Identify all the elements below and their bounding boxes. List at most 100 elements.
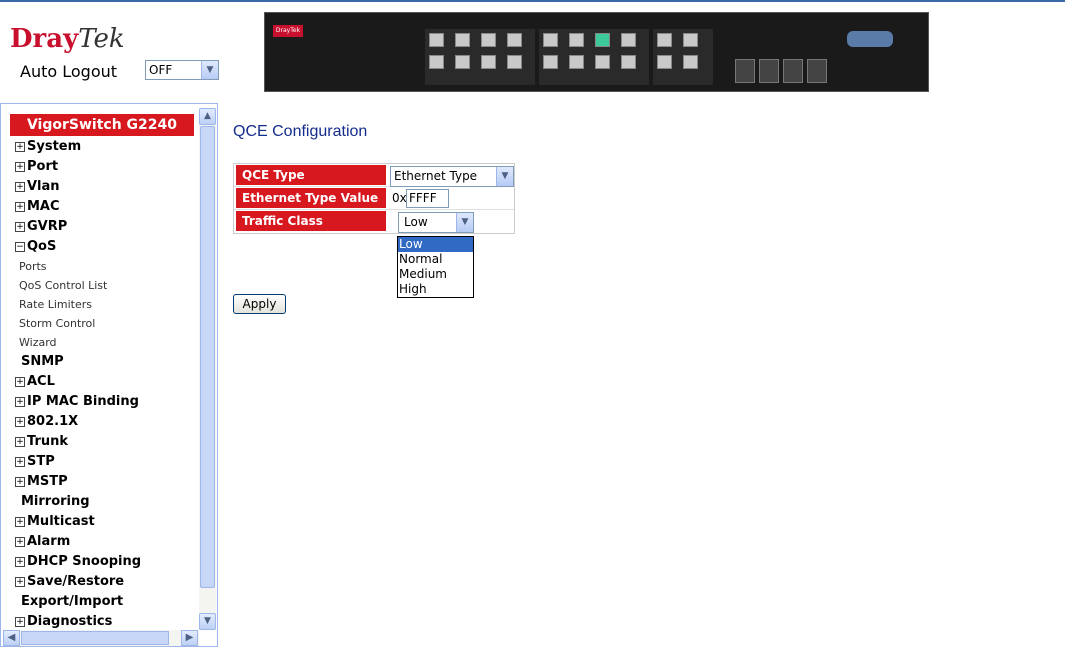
port-icon[interactable] <box>481 33 496 47</box>
expand-icon[interactable]: + <box>15 477 25 487</box>
scroll-right-icon[interactable]: ▶ <box>181 630 198 646</box>
sidebar-item-diagnostics[interactable]: + Diagnostics <box>15 612 195 632</box>
sidebar-item-qos[interactable]: − QoS <box>15 237 195 257</box>
expand-icon[interactable]: + <box>15 397 25 407</box>
sidebar-item-port[interactable]: + Port <box>15 157 195 177</box>
port-icon[interactable] <box>621 55 636 69</box>
page-title: QCE Configuration <box>233 123 368 140</box>
sidebar-item-8021x[interactable]: +802.1X <box>15 412 195 432</box>
sidebar-item-label: Diagnostics <box>27 614 113 629</box>
scroll-left-icon[interactable]: ◀ <box>3 630 20 646</box>
expand-icon[interactable]: + <box>15 417 25 427</box>
apply-button[interactable]: Apply <box>233 294 286 314</box>
sidebar-item-alarm[interactable]: + Alarm <box>15 532 195 552</box>
sidebar-item-mirroring[interactable]: Mirroring <box>15 492 195 512</box>
expand-icon[interactable]: + <box>15 457 25 467</box>
qce-type-select[interactable]: Ethernet Type ▼ <box>390 166 514 187</box>
dropdown-option-medium[interactable]: Medium <box>398 267 473 282</box>
port-icon[interactable] <box>683 55 698 69</box>
port-icon[interactable] <box>429 33 444 47</box>
sidebar-item-trunk[interactable]: + Trunk <box>15 432 195 452</box>
sidebar-item-stp[interactable]: + STP <box>15 452 195 472</box>
sidebar-item-export-import[interactable]: Export/Import <box>15 592 195 612</box>
port-icon[interactable] <box>543 33 558 47</box>
chevron-down-icon: ▼ <box>456 213 473 232</box>
sidebar-horizontal-scrollbar[interactable]: ◀ ▶ <box>3 630 199 646</box>
sidebar-item-save-restore[interactable]: + Save/Restore <box>15 572 195 592</box>
sidebar-item-system[interactable]: + System <box>15 137 195 157</box>
sfp-port-icon[interactable] <box>783 59 803 83</box>
draytek-logo: DrayTek <box>10 24 125 54</box>
port-icon[interactable] <box>683 33 698 47</box>
ethertype-label: Ethernet Type Value <box>236 188 386 208</box>
chevron-down-icon: ▼ <box>496 167 513 186</box>
expand-icon[interactable]: + <box>15 537 25 547</box>
sidebar-item-snmp[interactable]: SNMP <box>15 352 195 372</box>
sidebar-title[interactable]: VigorSwitch G2240 <box>10 114 194 136</box>
qce-config-table: QCE Type Ethernet Type ▼ Ethernet Type V… <box>233 163 515 234</box>
port-icon[interactable] <box>455 33 470 47</box>
sfp-port-icon[interactable] <box>759 59 779 83</box>
port-icon[interactable] <box>657 55 672 69</box>
chevron-down-icon: ▼ <box>201 61 218 79</box>
expand-icon[interactable]: + <box>15 617 25 627</box>
port-icon[interactable] <box>455 55 470 69</box>
port-icon[interactable] <box>595 55 610 69</box>
sidebar-item-gvrp[interactable]: + GVRP <box>15 217 195 237</box>
expand-icon[interactable]: + <box>15 377 25 387</box>
sidebar-subitem-storm-control[interactable]: Storm Control <box>15 314 195 333</box>
sidebar-item-label: MSTP <box>27 474 68 489</box>
dropdown-option-low[interactable]: Low <box>398 237 473 252</box>
port-icon[interactable] <box>657 33 672 47</box>
dropdown-option-normal[interactable]: Normal <box>398 252 473 267</box>
sidebar-item-ip-mac-binding[interactable]: + IP MAC Binding <box>15 392 195 412</box>
expand-icon[interactable]: + <box>15 182 25 192</box>
expand-icon[interactable]: + <box>15 222 25 232</box>
auto-logout-select[interactable]: OFF ▼ <box>145 60 219 80</box>
expand-icon[interactable]: + <box>15 202 25 212</box>
sidebar-subitem-wizard[interactable]: Wizard <box>15 333 195 352</box>
expand-icon[interactable]: + <box>15 437 25 447</box>
port-icon[interactable] <box>507 55 522 69</box>
sidebar-subitem-rate-limiters[interactable]: Rate Limiters <box>15 295 195 314</box>
traffic-class-row: Traffic Class Low ▼ <box>234 210 514 233</box>
scrollbar-thumb[interactable] <box>21 631 169 645</box>
sidebar-item-mac[interactable]: + MAC <box>15 197 195 217</box>
sfp-port-icon[interactable] <box>807 59 827 83</box>
sidebar-item-mstp[interactable]: + MSTP <box>15 472 195 492</box>
expand-icon[interactable]: + <box>15 557 25 567</box>
port-group <box>425 29 535 85</box>
sidebar-item-vlan[interactable]: + Vlan <box>15 177 195 197</box>
dropdown-option-high[interactable]: High <box>398 282 473 297</box>
sidebar-subitem-ports[interactable]: Ports <box>15 257 195 276</box>
qce-type-value: Ethernet Type <box>394 169 478 183</box>
port-icon[interactable] <box>569 55 584 69</box>
app-window: DrayTek Auto Logout OFF ▼ DrayTek VigorS… <box>0 0 1065 647</box>
expand-icon[interactable]: + <box>15 577 25 587</box>
ethertype-input[interactable]: FFFF <box>406 189 449 208</box>
panel-brand-logo: DrayTek <box>273 25 303 37</box>
collapse-icon[interactable]: − <box>15 242 25 252</box>
scroll-up-icon[interactable]: ▲ <box>199 108 216 125</box>
port-icon[interactable] <box>429 55 444 69</box>
sfp-port-icon[interactable] <box>735 59 755 83</box>
port-icon[interactable] <box>621 33 636 47</box>
expand-icon[interactable]: + <box>15 142 25 152</box>
port-icon[interactable] <box>507 33 522 47</box>
sidebar-item-label: MAC <box>27 199 60 214</box>
sidebar-item-dhcp-snooping[interactable]: + DHCP Snooping <box>15 552 195 572</box>
port-icon[interactable] <box>481 55 496 69</box>
sidebar-subitem-qos-control-list[interactable]: QoS Control List <box>15 276 195 295</box>
expand-icon[interactable]: + <box>15 517 25 527</box>
sidebar-vertical-scrollbar[interactable]: ▲ ▼ <box>199 108 216 630</box>
header: DrayTek Auto Logout OFF ▼ DrayTek <box>0 0 1065 103</box>
scrollbar-thumb[interactable] <box>200 126 215 588</box>
scroll-down-icon[interactable]: ▼ <box>199 613 216 630</box>
port-icon[interactable] <box>569 33 584 47</box>
port-icon[interactable] <box>543 55 558 69</box>
sidebar-item-acl[interactable]: + ACL <box>15 372 195 392</box>
sidebar-item-multicast[interactable]: + Multicast <box>15 512 195 532</box>
traffic-class-select[interactable]: Low ▼ <box>398 212 474 233</box>
expand-icon[interactable]: + <box>15 162 25 172</box>
port-active-icon[interactable] <box>595 33 610 47</box>
